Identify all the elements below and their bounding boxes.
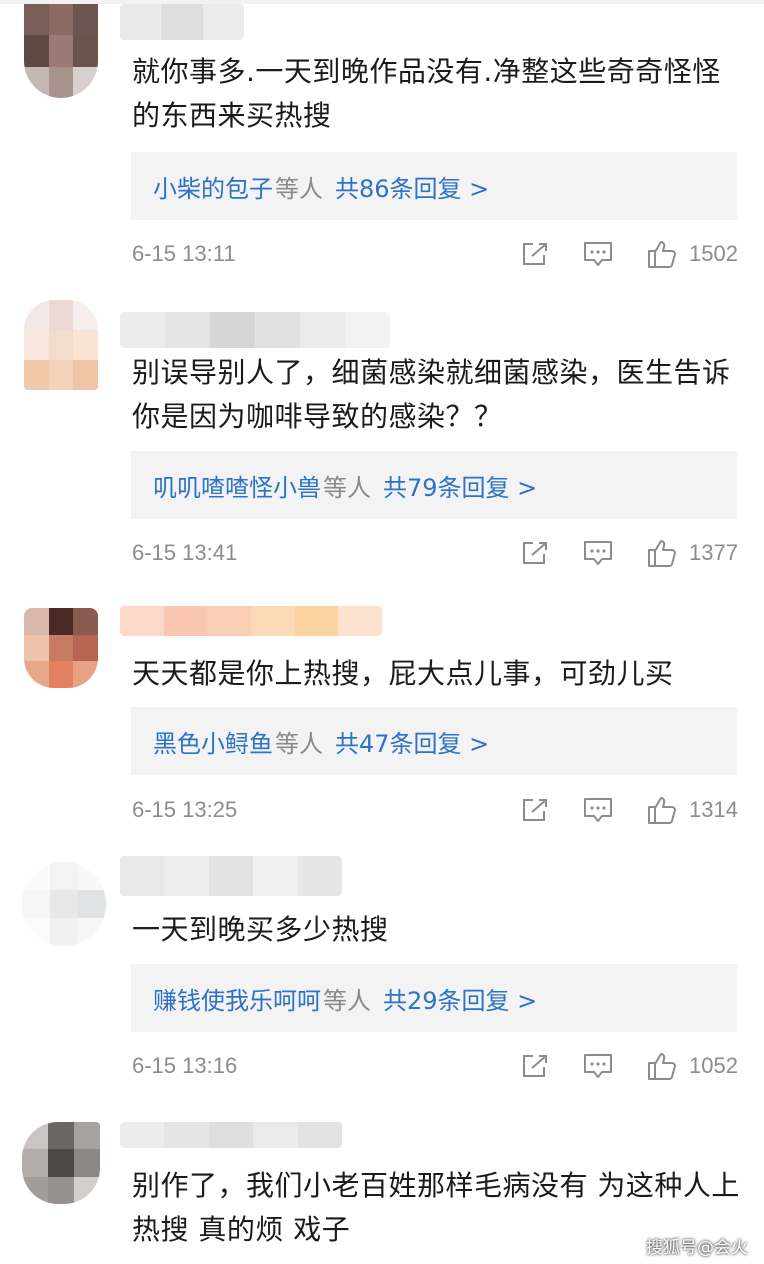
comment-meta: 6-15 13:41 1377: [132, 535, 738, 571]
reply-others: 等人: [275, 174, 323, 203]
comment-meta: 6-15 13:25 1314: [132, 792, 738, 828]
share-button[interactable]: [521, 540, 549, 566]
like-count: 1502: [689, 241, 738, 266]
comment-icon: [584, 1054, 613, 1078]
comment-text: 就你事多.一天到晚作品没有.净整这些奇奇怪怪的东西来买热搜: [132, 55, 721, 132]
comment-text: 一天到晚买多少热搜: [132, 913, 389, 946]
reply-names: 叽叽喳喳怪小兽: [153, 473, 321, 502]
comment-text: 天天都是你上热搜，屁大点儿事，可劲儿买: [132, 657, 674, 690]
reply-others: 等人: [275, 729, 323, 758]
reply-others: 等人: [323, 473, 371, 502]
replies-link[interactable]: 叽叽喳喳怪小兽 等人 共79条回复 >: [131, 451, 737, 519]
reply-names: 小柴的包子: [153, 174, 273, 203]
comment-text: 别误导别人了，细菌感染就细菌感染，医生告诉你是因为咖啡导致的感染？？: [132, 356, 731, 433]
username-blurred[interactable]: [120, 1122, 342, 1148]
like-icon: [648, 241, 677, 268]
reply-count: 共79条回复 >: [383, 473, 538, 502]
username-blurred[interactable]: [120, 4, 244, 40]
comment-button[interactable]: [583, 240, 613, 268]
comment-meta: 6-15 13:16 1052: [132, 1048, 738, 1084]
share-button[interactable]: [521, 797, 549, 823]
like-button[interactable]: 1052: [647, 1051, 738, 1081]
reply-names: 黑色小鲟鱼: [153, 729, 273, 758]
like-icon: [648, 797, 677, 824]
replies-link[interactable]: 黑色小鲟鱼 等人 共47条回复 >: [131, 707, 737, 775]
avatar[interactable]: [22, 862, 106, 946]
reply-count: 共47条回复 >: [335, 729, 490, 758]
share-icon: [523, 799, 548, 821]
replies-link[interactable]: 小柴的包子 等人 共86条回复 >: [131, 152, 737, 220]
username-blurred[interactable]: [120, 606, 382, 636]
comment-time: 6-15 13:25: [132, 797, 238, 822]
share-button[interactable]: [521, 1053, 549, 1079]
share-icon: [523, 542, 548, 564]
comment-meta: 6-15 13:11 1502: [132, 236, 738, 272]
share-icon: [523, 243, 548, 265]
comment-button[interactable]: [583, 796, 613, 824]
avatar[interactable]: [24, 4, 98, 98]
reply-count: 共86条回复 >: [335, 174, 490, 203]
username-blurred[interactable]: [120, 856, 342, 896]
comment-button[interactable]: [583, 539, 613, 567]
comment-time: 6-15 13:11: [132, 241, 236, 266]
like-count: 1052: [689, 1053, 738, 1078]
comment-icon: [584, 242, 613, 266]
share-button[interactable]: [521, 241, 549, 267]
like-icon: [648, 1053, 677, 1080]
share-icon: [523, 1055, 548, 1077]
comment-time: 6-15 13:41: [132, 540, 238, 565]
like-button[interactable]: 1377: [647, 538, 738, 568]
reply-names: 赚钱使我乐呵呵: [153, 986, 321, 1015]
comment-button[interactable]: [583, 1052, 613, 1080]
avatar[interactable]: [22, 1122, 100, 1204]
like-button[interactable]: 1314: [647, 795, 738, 825]
replies-link[interactable]: 赚钱使我乐呵呵 等人 共29条回复 >: [131, 964, 737, 1032]
like-count: 1314: [689, 797, 738, 822]
watermark: 搜狐号@会火: [646, 1238, 748, 1258]
username-blurred[interactable]: [120, 312, 390, 348]
like-button[interactable]: 1502: [647, 239, 738, 269]
reply-others: 等人: [323, 986, 371, 1015]
top-divider: [0, 0, 764, 4]
like-icon: [648, 540, 677, 567]
reply-count: 共29条回复 >: [383, 986, 538, 1015]
like-count: 1377: [689, 540, 738, 565]
comment-icon: [584, 541, 613, 565]
comment-icon: [584, 798, 613, 822]
avatar[interactable]: [24, 608, 98, 688]
avatar[interactable]: [24, 300, 98, 390]
comment-time: 6-15 13:16: [132, 1053, 238, 1078]
